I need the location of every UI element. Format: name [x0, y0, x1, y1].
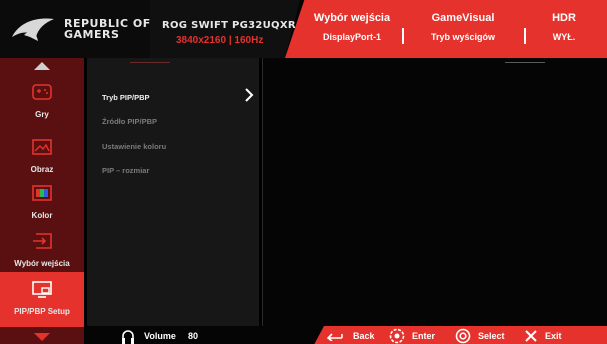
sidebar-item-label: Gry — [35, 110, 49, 119]
info-value: DisplayPort-1 — [322, 32, 382, 42]
pip-icon — [32, 281, 52, 298]
sidebar-item-kolor[interactable]: Kolor — [0, 176, 84, 231]
headphones-icon — [122, 330, 134, 344]
footer-volume-panel — [84, 326, 324, 344]
brand-text: REPUBLIC OF GAMERS — [64, 18, 151, 40]
sidebar-item-gry[interactable]: Gry — [0, 75, 84, 130]
sidebar-item-label: PIP/PBP Setup — [14, 307, 70, 316]
info-value: Tryb wyścigów — [430, 32, 496, 42]
joystick-select-icon[interactable] — [455, 328, 471, 344]
image-icon — [32, 139, 52, 155]
volume-value: 80 — [188, 331, 199, 341]
scroll-down-icon[interactable] — [34, 333, 50, 341]
info-value: WYŁ. — [552, 32, 576, 42]
menu-item-pip-pbp-mode[interactable]: Tryb PIP/PBP — [102, 93, 150, 102]
sidebar-item-label: Kolor — [31, 211, 53, 220]
panel-accent-line — [505, 62, 545, 63]
menu-item-color-setting[interactable]: Ustawienie koloru — [102, 142, 166, 151]
info-gamevisual: GameVisual Tryb wyścigów — [413, 12, 513, 42]
close-icon[interactable] — [525, 330, 537, 342]
back-button[interactable]: Back — [353, 331, 375, 341]
brand-line2: GAMERS — [64, 28, 120, 41]
info-input-select: Wybór wejścia DisplayPort-1 — [302, 12, 402, 42]
sidebar-item-label: Obraz — [30, 165, 54, 174]
sidebar-item-wybor-wejscia[interactable]: Wybór wejścia — [0, 224, 84, 279]
info-hdr: HDR WYŁ. — [524, 12, 604, 42]
submenu-panel — [262, 58, 607, 326]
color-icon — [32, 185, 52, 201]
volume-label: Volume — [144, 331, 176, 341]
joystick-enter-icon[interactable] — [389, 328, 405, 344]
menu-item-pip-pbp-source[interactable]: Źródło PIP/PBP — [102, 117, 157, 126]
select-button[interactable]: Select — [478, 331, 505, 341]
scroll-up-icon[interactable] — [34, 62, 50, 70]
info-title: Wybór wejścia — [313, 12, 391, 24]
resolution-text: 3840x2160 | 160Hz — [176, 35, 264, 46]
model-name: ROG SWIFT PG32UQXR — [162, 20, 296, 31]
sidebar-item-label: Wybór wejścia — [14, 259, 70, 268]
sidebar-item-pip-pbp-setup[interactable]: PIP/PBP Setup — [0, 272, 84, 327]
info-title: HDR — [552, 12, 576, 24]
menu-item-pip-size[interactable]: PIP – rozmiar — [102, 166, 149, 175]
panel-accent-line — [130, 62, 170, 63]
exit-button[interactable]: Exit — [545, 331, 562, 341]
back-arrow-icon[interactable] — [327, 332, 343, 341]
gamepad-icon — [32, 84, 52, 100]
rog-logo-icon — [12, 18, 54, 41]
header-divider — [402, 28, 404, 44]
enter-button[interactable]: Enter — [412, 331, 435, 341]
chevron-right-icon[interactable] — [244, 88, 254, 102]
input-select-icon — [33, 233, 52, 249]
info-title: GameVisual — [431, 12, 495, 24]
